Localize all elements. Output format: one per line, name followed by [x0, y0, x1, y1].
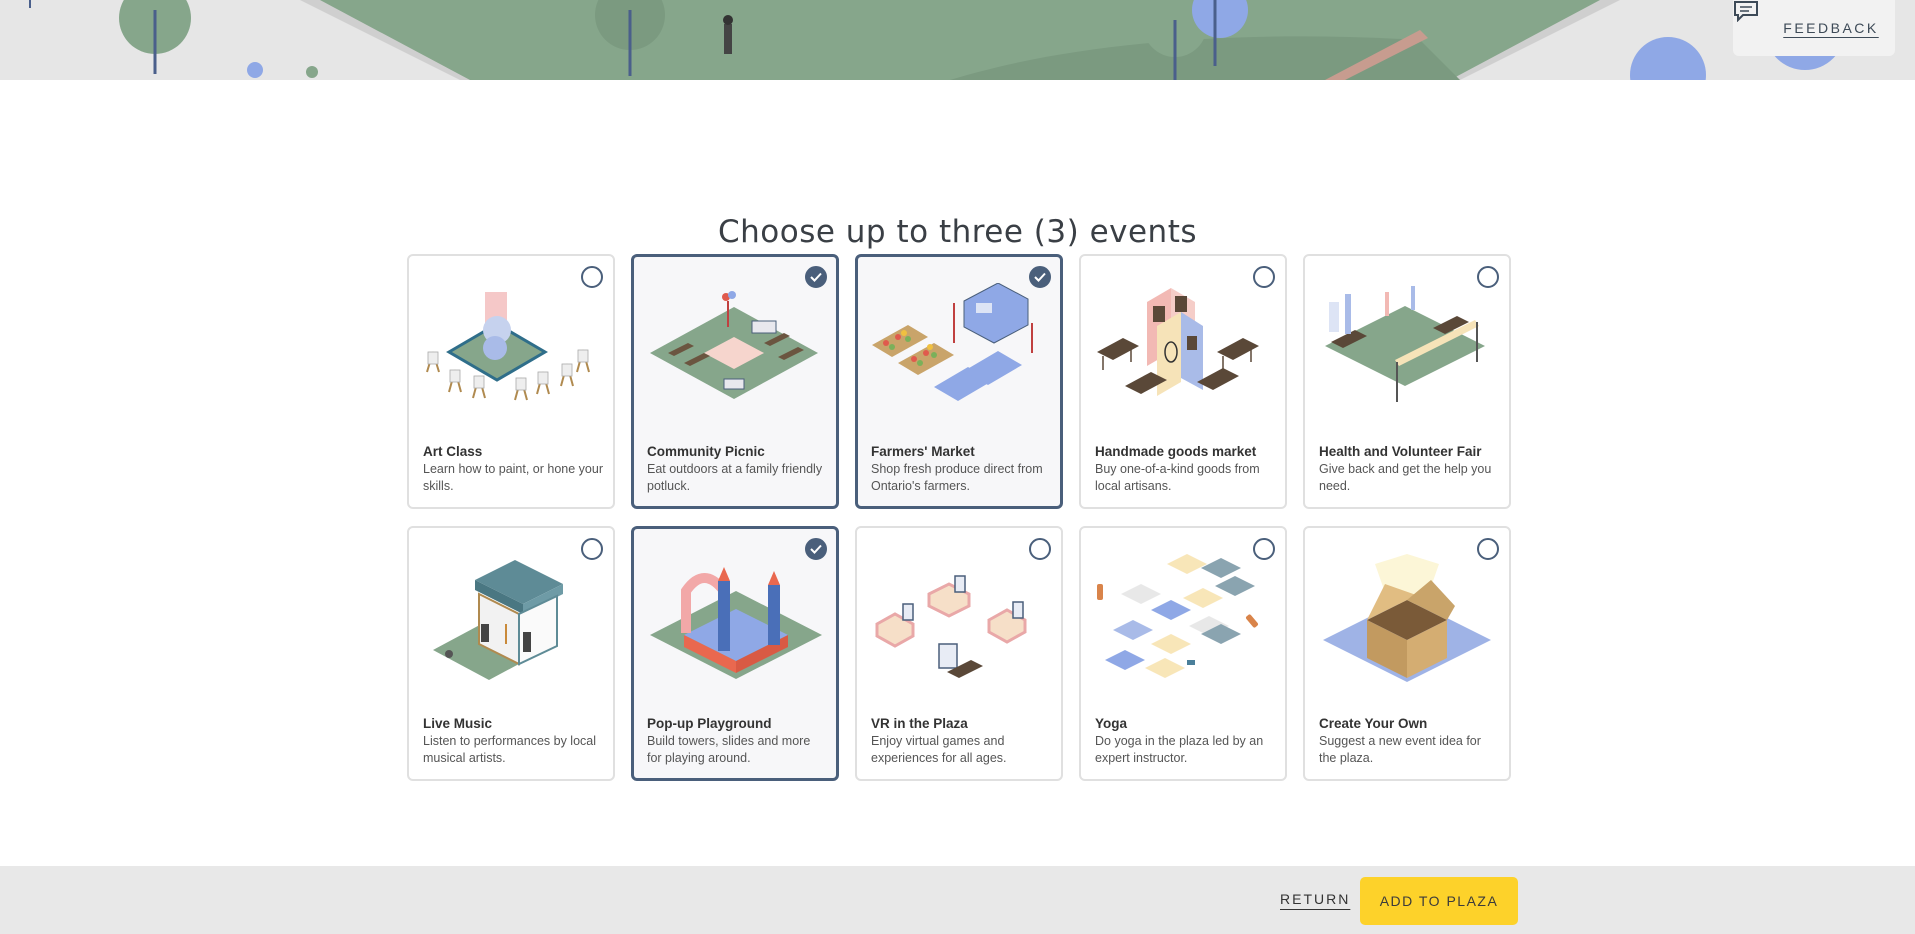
event-name: Yoga [1095, 716, 1128, 731]
event-description: Buy one-of-a-kind goods from local artis… [1095, 462, 1260, 493]
event-description: Learn how to paint, or hone your skills. [423, 462, 603, 493]
event-description: Listen to performances by local musical … [423, 734, 597, 765]
event-card-handmade-goods-market[interactable]: Handmade goods market Buy one-of-a-kind … [1079, 254, 1287, 509]
feedback-button[interactable]: FEEDBACK [1733, 0, 1895, 56]
event-card-community-picnic[interactable]: Community Picnic Eat outdoors at a famil… [631, 254, 839, 509]
event-name: VR in the Plaza [871, 716, 968, 731]
event-description: Eat outdoors at a family friendly potluc… [647, 462, 823, 493]
event-name: Create Your Own [1319, 716, 1428, 731]
event-description: Build towers, slides and more for playin… [647, 734, 811, 765]
event-name: Farmers' Market [871, 444, 975, 459]
return-link[interactable]: RETURN [1280, 891, 1350, 907]
feedback-label: FEEDBACK [1783, 20, 1879, 36]
event-name: Art Class [423, 444, 483, 459]
playground-illustration [650, 567, 822, 679]
handmade-goods-illustration [1097, 288, 1259, 396]
open-box-illustration [1323, 554, 1491, 682]
live-music-illustration [433, 560, 563, 680]
event-description: Suggest a new event idea for the plaza. [1319, 734, 1481, 765]
chat-bubble-icon [1734, 1, 1775, 39]
event-card-yoga[interactable]: Yoga Do yoga in the plaza led by an expe… [1079, 526, 1287, 781]
event-name: Pop-up Playground [647, 716, 772, 731]
event-card-live-music[interactable]: Live Music Listen to performances by loc… [407, 526, 615, 781]
page-title: Choose up to three (3) events [717, 213, 1198, 250]
event-name: Live Music [423, 716, 493, 731]
event-name: Community Picnic [647, 444, 765, 459]
yoga-illustration [1097, 554, 1258, 678]
events-grid: Art Class Learn how to paint, or hone yo… [407, 254, 1511, 781]
event-name: Handmade goods market [1095, 444, 1257, 459]
event-card-farmers-market[interactable]: Farmers' Market Shop fresh produce direc… [855, 254, 1063, 509]
health-fair-illustration [1325, 286, 1485, 402]
event-description: Do yoga in the plaza led by an expert in… [1095, 734, 1264, 765]
event-card-popup-playground[interactable]: Pop-up Playground Build towers, slides a… [631, 526, 839, 781]
event-card-create-your-own[interactable]: Create Your Own Suggest a new event idea… [1303, 526, 1511, 781]
event-card-vr-plaza[interactable]: VR in the Plaza Enjoy virtual games and … [855, 526, 1063, 781]
art-class-illustration [426, 292, 590, 401]
event-description: Enjoy virtual games and experiences for … [871, 734, 1007, 765]
event-description: Give back and get the help you need. [1319, 462, 1492, 493]
event-description: Shop fresh produce direct from Ontario's… [871, 462, 1043, 493]
event-card-art-class[interactable]: Art Class Learn how to paint, or hone yo… [407, 254, 615, 509]
event-card-health-volunteer-fair[interactable]: Health and Volunteer Fair Give back and … [1303, 254, 1511, 509]
farmers-market-illustration [872, 283, 1033, 401]
community-picnic-illustration [650, 291, 818, 399]
footer-bar: RETURN ADD TO PLAZA [0, 866, 1915, 934]
add-to-plaza-button[interactable]: ADD TO PLAZA [1360, 877, 1518, 925]
vr-illustration [875, 575, 1027, 678]
event-name: Health and Volunteer Fair [1319, 444, 1482, 459]
header-banner: FEEDBACK [0, 0, 1915, 80]
park-banner-illustration [29, 0, 1845, 80]
